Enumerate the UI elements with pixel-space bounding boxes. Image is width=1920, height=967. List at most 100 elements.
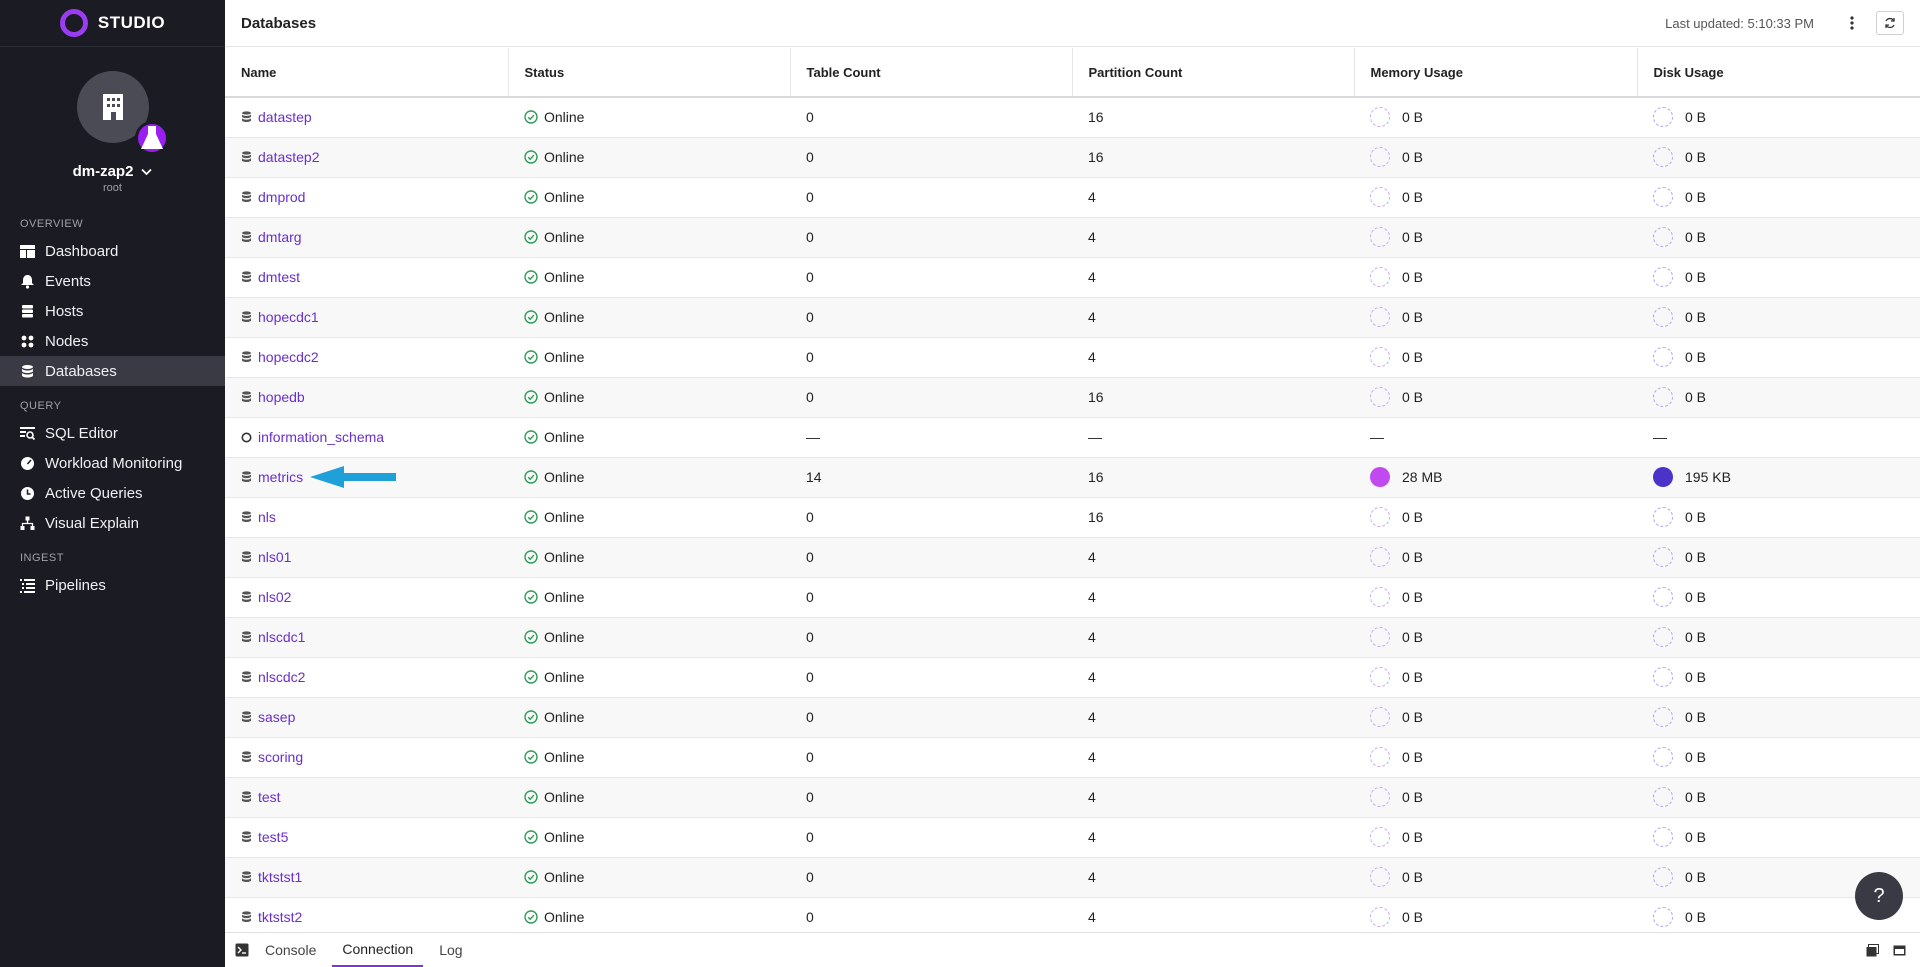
table-row[interactable]: datastep2 Online 0 16 0 B 0 B — [225, 137, 1920, 178]
sidebar-item-events[interactable]: Events — [0, 266, 225, 296]
database-link[interactable]: test5 — [258, 829, 288, 845]
cell-disk-usage: 0 B — [1637, 577, 1920, 618]
org-avatar[interactable] — [76, 71, 169, 155]
cell-disk-usage: 0 B — [1637, 817, 1920, 858]
sidebar-item-databases[interactable]: Databases — [0, 356, 225, 386]
table-row[interactable]: dmtarg Online 0 4 0 B 0 B — [225, 217, 1920, 258]
database-link[interactable]: dmtest — [258, 269, 300, 285]
database-link[interactable]: nlscdc1 — [258, 629, 305, 645]
database-link[interactable]: nls01 — [258, 549, 291, 565]
table-row[interactable]: tktstst1 Online 0 4 0 B 0 B — [225, 857, 1920, 898]
database-link[interactable]: nlscdc2 — [258, 669, 305, 685]
panel-expand-icon[interactable] — [1893, 944, 1906, 957]
database-link[interactable]: tktstst1 — [258, 869, 302, 885]
databases-table-container[interactable]: Name Status Table Count Partition Count Memo… — [225, 48, 1920, 932]
tree-icon — [20, 516, 35, 531]
database-link[interactable]: hopecdc1 — [258, 309, 319, 325]
sidebar-item-label: Hosts — [45, 302, 84, 320]
memory-usage-empty-ring-icon — [1370, 747, 1390, 767]
database-link[interactable]: scoring — [258, 749, 303, 765]
cell-memory-usage: 0 B — [1354, 137, 1637, 178]
column-header-name[interactable]: Name — [225, 48, 509, 98]
database-link[interactable]: hopecdc2 — [258, 349, 319, 365]
sidebar-item-hosts[interactable]: Hosts — [0, 296, 225, 326]
table-row[interactable]: dmprod Online 0 4 0 B 0 B — [225, 177, 1920, 218]
check-circle-icon — [524, 110, 538, 124]
cell-name: datastep — [225, 97, 508, 138]
brand[interactable]: STUDIO — [0, 0, 225, 47]
tab-console[interactable]: Console — [255, 933, 326, 967]
database-link[interactable]: nls — [258, 509, 276, 525]
table-row[interactable]: nlscdc2 Online 0 4 0 B 0 B — [225, 657, 1920, 698]
table-row[interactable]: tktstst2 Online 0 4 0 B 0 B — [225, 897, 1920, 932]
database-link[interactable]: tktstst2 — [258, 909, 302, 925]
tab-log[interactable]: Log — [429, 933, 472, 967]
cell-partition-count: 4 — [1072, 857, 1354, 898]
database-link[interactable]: datastep — [258, 109, 312, 125]
cell-partition-count: 4 — [1072, 657, 1354, 698]
database-link[interactable]: nls02 — [258, 589, 291, 605]
table-row[interactable]: nls01 Online 0 4 0 B 0 B — [225, 537, 1920, 578]
table-row[interactable]: hopecdc2 Online 0 4 0 B 0 B — [225, 337, 1920, 378]
cell-name: test5 — [225, 817, 508, 858]
sidebar-item-workload-monitoring[interactable]: Workload Monitoring — [0, 448, 225, 478]
terminal-icon[interactable] — [235, 943, 249, 957]
memory-usage-empty-ring-icon — [1370, 147, 1390, 167]
table-row[interactable]: test5 Online 0 4 0 B 0 B — [225, 817, 1920, 858]
table-row[interactable]: test Online 0 4 0 B 0 B — [225, 777, 1920, 818]
table-row[interactable]: sasep Online 0 4 0 B 0 B — [225, 697, 1920, 738]
column-header-table-count[interactable]: Table Count — [790, 48, 1073, 98]
table-row[interactable]: hopedb Online 0 16 0 B 0 B — [225, 377, 1920, 418]
database-link[interactable]: datastep2 — [258, 149, 320, 165]
panel-dock-icon[interactable] — [1866, 943, 1879, 957]
disk-usage-value: 0 B — [1685, 629, 1707, 645]
tab-connection[interactable]: Connection — [332, 933, 424, 967]
memory-usage-empty-ring-icon — [1370, 187, 1390, 207]
database-link[interactable]: metrics — [258, 469, 303, 485]
refresh-button[interactable] — [1876, 11, 1904, 35]
cell-memory-usage: 0 B — [1354, 337, 1637, 378]
sidebar-item-pipelines[interactable]: Pipelines — [0, 570, 225, 600]
database-link[interactable]: hopedb — [258, 389, 305, 405]
cell-table-count: 0 — [790, 697, 1072, 738]
status-text: Online — [544, 629, 585, 645]
table-row[interactable]: nlscdc1 Online 0 4 0 B 0 B — [225, 617, 1920, 658]
table-row[interactable]: metrics Online 14 16 28 MB 195 KB — [225, 457, 1920, 498]
table-row[interactable]: nls Online 0 16 0 B 0 B — [225, 497, 1920, 538]
table-row[interactable]: information_schema Online — — — — — [225, 417, 1920, 458]
cell-disk-usage: 0 B — [1637, 217, 1920, 258]
sidebar-item-active-queries[interactable]: Active Queries — [0, 478, 225, 508]
cell-status: Online — [508, 337, 790, 378]
help-button[interactable]: ? — [1855, 872, 1903, 920]
table-row[interactable]: hopecdc1 Online 0 4 0 B 0 B — [225, 297, 1920, 338]
org-switcher: dm-zap2 root — [0, 47, 225, 194]
column-header-partition-count[interactable]: Partition Count — [1072, 48, 1355, 98]
database-link[interactable]: sasep — [258, 709, 295, 725]
cell-partition-count: 4 — [1072, 697, 1354, 738]
cell-name: hopedb — [225, 377, 508, 418]
org-name-dropdown[interactable]: dm-zap2 — [0, 163, 225, 180]
table-row[interactable]: datastep Online 0 16 0 B 0 B — [225, 97, 1920, 138]
database-icon — [241, 391, 252, 403]
disk-usage-value: 0 B — [1685, 309, 1707, 325]
more-options-button[interactable] — [1840, 11, 1864, 35]
cell-memory-usage: 0 B — [1354, 817, 1637, 858]
column-header-disk-usage[interactable]: Disk Usage — [1637, 48, 1920, 98]
database-link[interactable]: test — [258, 789, 281, 805]
database-link[interactable]: information_schema — [258, 429, 384, 445]
sidebar-item-nodes[interactable]: Nodes — [0, 326, 225, 356]
sidebar-item-sql-editor[interactable]: SQL Editor — [0, 418, 225, 448]
column-header-memory-usage[interactable]: Memory Usage — [1354, 48, 1638, 98]
table-row[interactable]: dmtest Online 0 4 0 B 0 B — [225, 257, 1920, 298]
cell-status: Online — [508, 297, 790, 338]
table-row[interactable]: nls02 Online 0 4 0 B 0 B — [225, 577, 1920, 618]
database-link[interactable]: dmprod — [258, 189, 305, 205]
sidebar-item-dashboard[interactable]: Dashboard — [0, 236, 225, 266]
sidebar-item-visual-explain[interactable]: Visual Explain — [0, 508, 225, 538]
cell-status: Online — [508, 737, 790, 778]
cell-partition-count: 4 — [1072, 177, 1354, 218]
check-circle-icon — [524, 190, 538, 204]
database-link[interactable]: dmtarg — [258, 229, 302, 245]
table-row[interactable]: scoring Online 0 4 0 B 0 B — [225, 737, 1920, 778]
column-header-status[interactable]: Status — [508, 48, 791, 98]
